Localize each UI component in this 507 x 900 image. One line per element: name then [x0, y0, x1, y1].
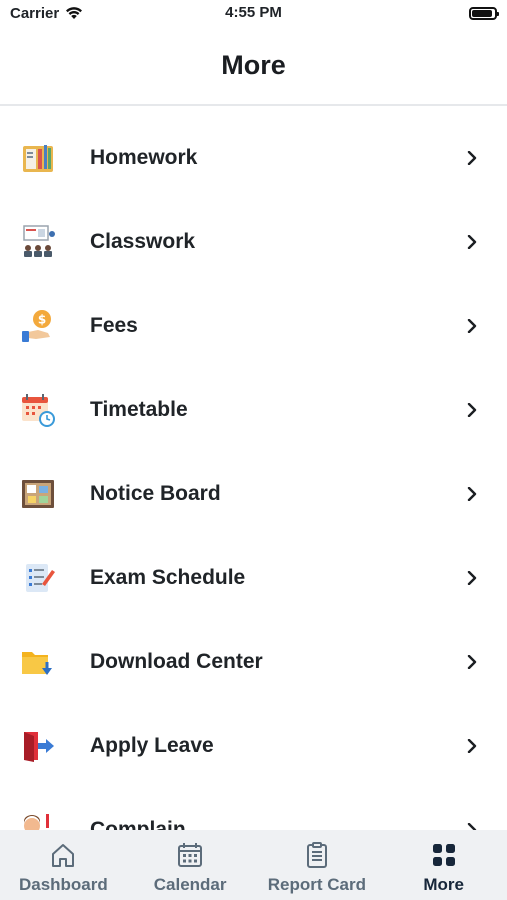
chevron-right-icon: [467, 655, 477, 669]
menu-item-exam-schedule[interactable]: Exam Schedule: [0, 536, 507, 620]
calendar-icon: [178, 843, 203, 867]
home-icon: [52, 844, 75, 867]
homework-icon: [20, 140, 56, 176]
menu-item-fees[interactable]: $ Fees: [0, 284, 507, 368]
tab-label: Dashboard: [18, 875, 108, 894]
menu-item-complain[interactable]: Complain: [0, 788, 507, 830]
complain-icon: [20, 812, 56, 830]
svg-text:$: $: [38, 313, 46, 327]
notice-board-icon: [20, 476, 56, 512]
tab-more[interactable]: More: [380, 830, 507, 900]
menu-item-label: Fees: [90, 314, 138, 337]
chevron-right-icon: [467, 403, 477, 417]
menu-item-label: Notice Board: [90, 482, 221, 505]
tab-bar: Dashboard Calendar Report Card More: [0, 830, 507, 900]
tab-label: More: [423, 875, 464, 894]
apply-leave-icon: [20, 728, 56, 764]
menu-item-label: Classwork: [90, 230, 196, 253]
tab-label: Calendar: [153, 875, 227, 894]
header: More: [0, 26, 507, 106]
menu-item-notice-board[interactable]: Notice Board: [0, 452, 507, 536]
chevron-right-icon: [467, 235, 477, 249]
menu-item-label: Complain: [90, 818, 186, 830]
tab-calendar[interactable]: Calendar: [127, 830, 254, 900]
menu-item-homework[interactable]: Homework: [0, 116, 507, 200]
menu-list: Homework Classwork $ Fees Timetable Noti…: [0, 106, 507, 830]
menu-item-label: Timetable: [90, 398, 188, 421]
menu-item-apply-leave[interactable]: Apply Leave: [0, 704, 507, 788]
tab-dashboard[interactable]: Dashboard: [0, 830, 127, 900]
report-card-icon: [306, 842, 327, 868]
grid-icon: [432, 844, 455, 866]
menu-item-label: Download Center: [90, 650, 263, 673]
chevron-right-icon: [467, 487, 477, 501]
menu-item-label: Apply Leave: [90, 734, 214, 757]
status-time: 4:55 PM: [225, 4, 282, 21]
menu-item-download-center[interactable]: Download Center: [0, 620, 507, 704]
chevron-right-icon: [467, 823, 477, 830]
fees-icon: $: [20, 308, 56, 344]
menu-item-timetable[interactable]: Timetable: [0, 368, 507, 452]
menu-item-label: Homework: [90, 146, 198, 169]
chevron-right-icon: [467, 571, 477, 585]
download-center-icon: [20, 644, 56, 680]
menu-item-label: Exam Schedule: [90, 566, 246, 589]
chevron-right-icon: [467, 151, 477, 165]
chevron-right-icon: [467, 739, 477, 753]
exam-schedule-icon: [20, 560, 56, 596]
timetable-icon: [20, 392, 56, 428]
chevron-right-icon: [467, 319, 477, 333]
tab-report-card[interactable]: Report Card: [254, 830, 381, 900]
page-title: More: [221, 49, 286, 80]
tab-label: Report Card: [267, 875, 366, 894]
menu-item-classwork[interactable]: Classwork: [0, 200, 507, 284]
battery-icon: [469, 6, 499, 20]
classwork-icon: [20, 224, 56, 260]
status-bar: Carrier 4:55 PM: [0, 0, 507, 26]
